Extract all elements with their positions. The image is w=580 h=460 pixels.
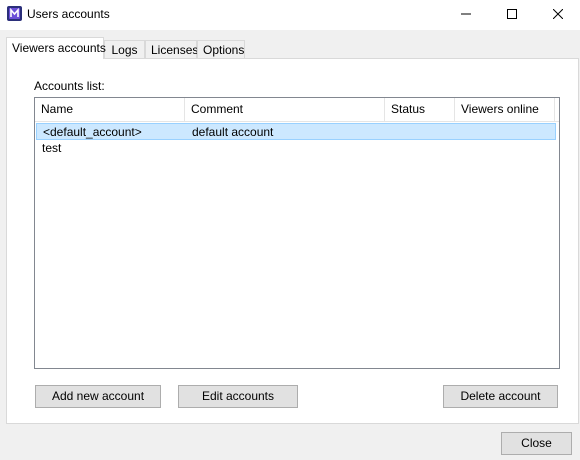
cell-viewers-online [455, 140, 555, 156]
column-header-status[interactable]: Status [385, 98, 455, 121]
list-header: Name Comment Status Viewers online [35, 98, 559, 122]
app-logo-icon [7, 6, 22, 21]
accounts-list[interactable]: Name Comment Status Viewers online <defa… [34, 97, 560, 369]
tab-licenses[interactable]: Licenses [145, 40, 198, 59]
table-row[interactable]: test [36, 140, 556, 157]
add-new-account-button[interactable]: Add new account [35, 385, 161, 408]
column-header-viewers-online[interactable]: Viewers online [455, 98, 555, 121]
close-window-button[interactable] [535, 0, 580, 30]
column-header-name[interactable]: Name [35, 98, 185, 121]
close-button[interactable]: Close [501, 432, 572, 455]
viewers-accounts-panel: Accounts list: Name Comment Status Viewe… [6, 58, 579, 424]
cell-viewers-online [456, 124, 556, 140]
tab-viewers-accounts[interactable]: Viewers accounts [6, 37, 106, 59]
table-row[interactable]: <default_account> default account [36, 123, 556, 140]
tab-logs[interactable]: Logs [104, 40, 145, 59]
maximize-button[interactable] [489, 0, 535, 30]
tab-options[interactable]: Options [197, 40, 245, 59]
title-bar[interactable]: Users accounts [0, 0, 580, 30]
cell-status [385, 140, 455, 156]
accounts-list-label: Accounts list: [34, 79, 105, 93]
delete-account-button[interactable]: Delete account [443, 385, 558, 408]
cell-name: <default_account> [43, 125, 142, 139]
users-accounts-window: Users accounts Viewers accounts Logs Lic… [0, 0, 580, 460]
edit-accounts-button[interactable]: Edit accounts [178, 385, 298, 408]
cell-status [386, 124, 456, 140]
minimize-button[interactable] [443, 0, 489, 30]
cell-comment: default account [192, 125, 274, 139]
cell-name: test [42, 141, 62, 155]
cell-comment [185, 140, 385, 156]
close-icon [552, 8, 564, 22]
minimize-icon [461, 8, 471, 22]
window-title: Users accounts [27, 7, 110, 21]
maximize-icon [507, 8, 517, 22]
column-header-comment[interactable]: Comment [185, 98, 385, 121]
